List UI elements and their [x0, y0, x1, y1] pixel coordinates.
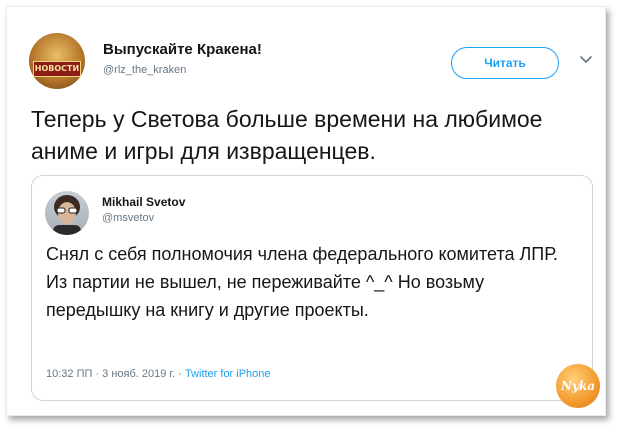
person-icon [53, 195, 81, 235]
avatar-badge: НОВОСТИ [33, 61, 81, 77]
tweet-text: Теперь у Светова больше времени на любим… [31, 106, 543, 164]
quoted-author-handle[interactable]: @msvetov [102, 212, 154, 224]
chevron-down-icon[interactable] [578, 51, 594, 67]
watermark-logo: Nyka [556, 364, 600, 408]
quoted-tweet-text: Снял с себя полномочия члена федеральног… [46, 244, 558, 320]
quoted-tweet[interactable]: Mikhail Svetov @msvetov Снял с себя полн… [31, 175, 593, 401]
author-avatar[interactable]: НОВОСТИ [29, 33, 85, 89]
quoted-author-name[interactable]: Mikhail Svetov [102, 195, 185, 209]
quoted-timestamp[interactable]: 10:32 ПП · 3 нояб. 2019 г. · [46, 368, 185, 380]
author-name[interactable]: Выпускайте Кракена! [103, 41, 262, 58]
quoted-author-avatar[interactable] [45, 191, 89, 235]
follow-button[interactable]: Читать [451, 47, 559, 79]
tweet-card: НОВОСТИ Выпускайте Кракена! @rlz_the_kra… [6, 6, 606, 416]
quoted-tweet-meta: 10:32 ПП · 3 нояб. 2019 г. · Twitter for… [46, 368, 271, 380]
quoted-source-link[interactable]: Twitter for iPhone [185, 368, 271, 380]
author-handle[interactable]: @rlz_the_kraken [103, 64, 186, 76]
